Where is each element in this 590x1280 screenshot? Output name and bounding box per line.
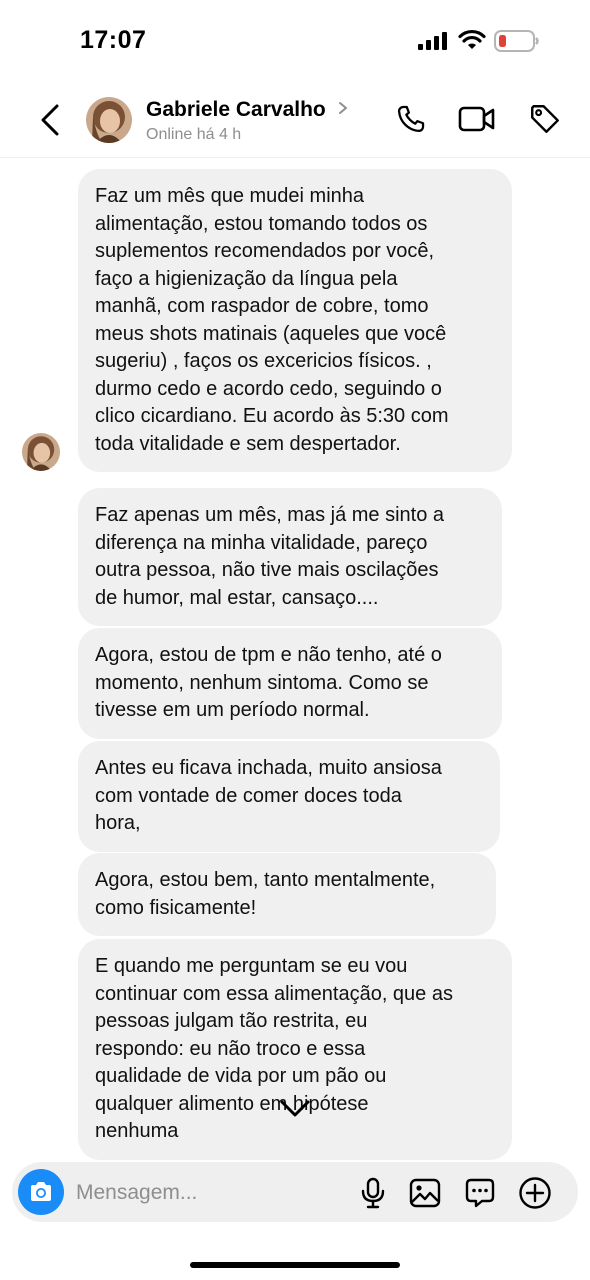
message-text: Agora, estou bem, tanto mentalmente, com… [95, 869, 436, 919]
scroll-to-bottom-button[interactable] [276, 1090, 314, 1128]
phone-icon [397, 105, 425, 133]
message-bubble[interactable]: Agora, estou de tpm e não tenho, até o m… [78, 628, 502, 739]
contact-status: Online há 4 h [146, 126, 242, 143]
gallery-icon [409, 1178, 441, 1208]
wifi-icon [458, 29, 486, 49]
tag-icon [531, 105, 559, 133]
chevron-down-icon [280, 1100, 310, 1117]
chevron-left-icon [41, 104, 59, 136]
gallery-button[interactable] [407, 1175, 443, 1211]
video-camera-icon [458, 106, 495, 132]
back-button[interactable] [32, 100, 68, 140]
microphone-icon [361, 1177, 385, 1209]
message-text: Faz apenas um mês, mas já me sinto a dif… [95, 504, 445, 609]
cellular-signal-icon [418, 32, 447, 50]
sender-avatar[interactable] [22, 433, 60, 471]
sticker-icon [465, 1178, 495, 1208]
call-button[interactable] [392, 100, 430, 138]
home-indicator [190, 1262, 400, 1268]
message-bubble[interactable]: Antes eu ficava inchada, muito ansiosa c… [78, 741, 500, 852]
message-text: Agora, estou de tpm e não tenho, até o m… [95, 644, 442, 721]
label-button[interactable] [526, 100, 564, 138]
status-time: 17:07 [80, 26, 147, 54]
message-text: Antes eu ficava inchada, muito ansiosa c… [95, 757, 442, 834]
chat-header: Gabriele Carvalho Online há 4 h [0, 80, 590, 158]
sticker-button[interactable] [462, 1175, 498, 1211]
status-bar: 17:07 [0, 0, 590, 80]
profile-photo [86, 97, 132, 143]
contact-avatar[interactable] [86, 97, 132, 143]
message-bubble[interactable]: Agora, estou bem, tanto mentalmente, com… [78, 853, 496, 936]
message-input[interactable] [76, 1178, 336, 1208]
message-bubble[interactable]: Faz apenas um mês, mas já me sinto a dif… [78, 488, 502, 626]
profile-photo [22, 433, 60, 471]
plus-circle-icon [519, 1177, 551, 1209]
message-bubble[interactable]: Faz um mês que mudei minha alimentação, … [78, 169, 512, 472]
contact-name: Gabriele Carvalho [146, 98, 326, 121]
contact-info[interactable]: Gabriele Carvalho Online há 4 h [146, 98, 348, 144]
chevron-right-icon [339, 102, 348, 114]
battery-low-icon [494, 30, 539, 52]
more-options-button[interactable] [517, 1175, 553, 1211]
message-text: Faz um mês que mudei minha alimentação, … [95, 185, 449, 455]
message-composer [12, 1162, 578, 1222]
camera-button[interactable] [18, 1169, 64, 1215]
video-call-button[interactable] [458, 100, 496, 138]
voice-message-button[interactable] [355, 1175, 391, 1211]
camera-icon [31, 1182, 51, 1201]
